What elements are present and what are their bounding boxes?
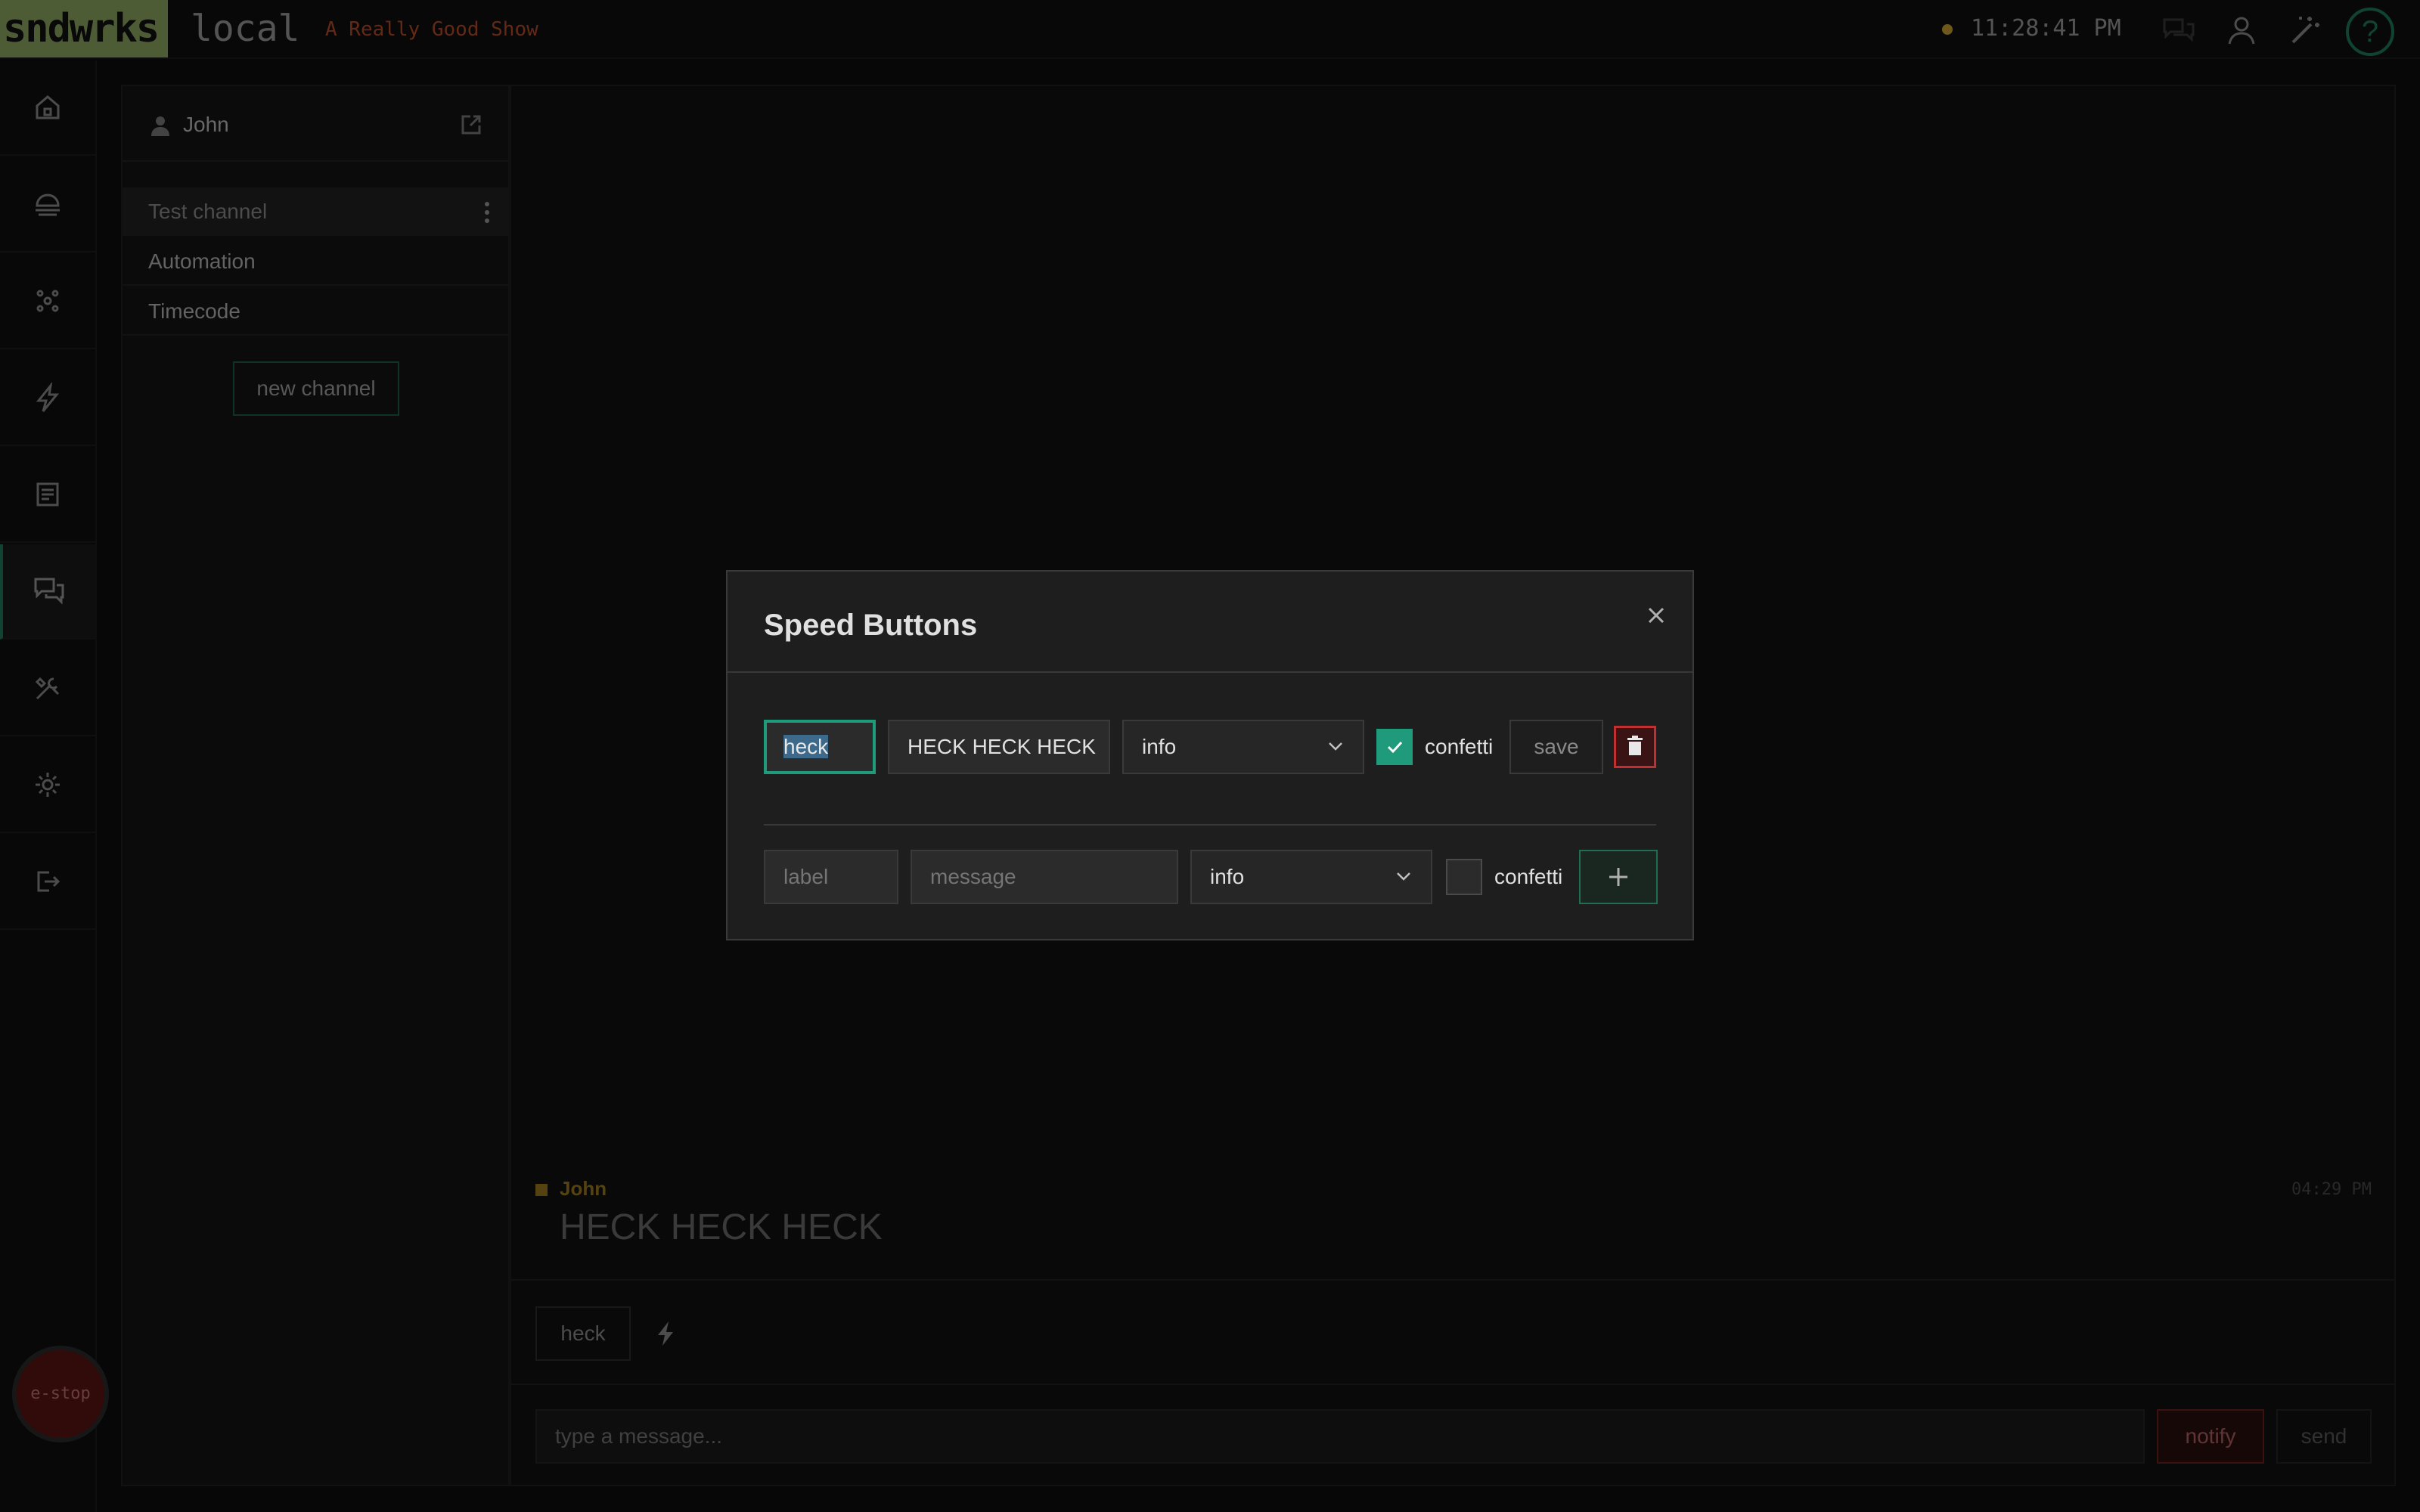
save-button[interactable]: save bbox=[1509, 720, 1603, 774]
chevron-down-icon bbox=[1329, 742, 1342, 751]
trash-icon bbox=[1627, 736, 1643, 755]
confetti-label: confetti bbox=[1425, 735, 1494, 758]
message-field[interactable]: HECK HECK HECK bbox=[888, 720, 1110, 774]
label-field-value: heck bbox=[783, 735, 829, 758]
new-confetti-label: confetti bbox=[1494, 865, 1563, 888]
check-icon bbox=[1387, 741, 1403, 754]
type-select-value: info bbox=[1142, 735, 1177, 758]
confetti-checkbox[interactable] bbox=[1376, 729, 1413, 765]
modal-title: Speed Buttons bbox=[764, 609, 978, 642]
row-divider bbox=[764, 824, 1656, 826]
label-field[interactable]: heck bbox=[764, 720, 876, 774]
modal-header: Speed Buttons bbox=[728, 572, 1692, 673]
plus-icon bbox=[1609, 868, 1627, 886]
speed-buttons-modal: Speed Buttons heck HECK HECK HECK info c… bbox=[726, 570, 1694, 940]
add-speed-button[interactable] bbox=[1579, 850, 1658, 904]
new-type-select[interactable]: info bbox=[1190, 850, 1432, 904]
type-select[interactable]: info bbox=[1122, 720, 1364, 774]
delete-button[interactable] bbox=[1614, 726, 1656, 768]
chevron-down-icon bbox=[1397, 872, 1410, 881]
close-icon[interactable] bbox=[1643, 602, 1670, 629]
new-confetti-checkbox[interactable] bbox=[1446, 859, 1482, 895]
new-label-field[interactable] bbox=[764, 850, 898, 904]
new-message-field[interactable] bbox=[911, 850, 1178, 904]
new-type-select-value: info bbox=[1210, 865, 1245, 888]
